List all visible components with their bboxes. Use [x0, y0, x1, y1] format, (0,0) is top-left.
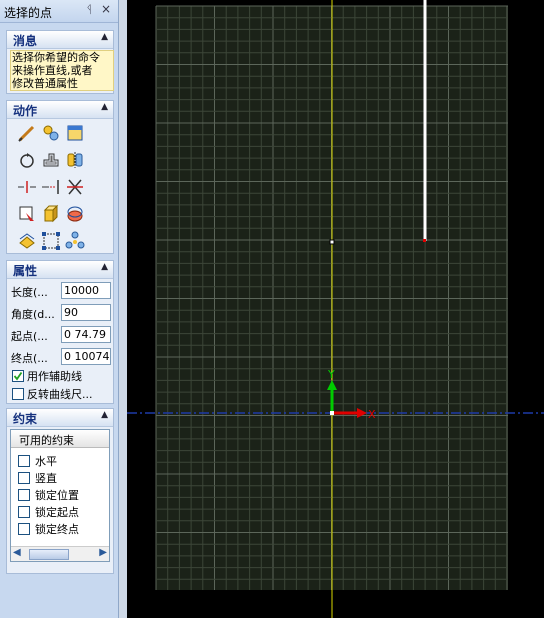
angle-label: 角度(d... [11, 308, 55, 321]
aux-line-label: 用作辅助线 [27, 370, 82, 383]
window-icon[interactable] [65, 123, 85, 143]
constraints-list-header-label: 可用的约束 [19, 434, 74, 447]
length-input[interactable]: 10000 [61, 282, 111, 299]
point-marker [329, 239, 335, 245]
reverse-curve-checkbox[interactable] [12, 388, 24, 400]
constraints-list-header[interactable]: 可用的约束 [11, 430, 109, 448]
properties-header-label: 属性 [13, 264, 38, 278]
select-icon[interactable] [41, 123, 61, 143]
message-line-2: 来操作直线,或者 [12, 64, 93, 77]
message-header[interactable]: 消息 ▲ [7, 31, 113, 49]
constraint-checkbox-lock-position[interactable] [18, 489, 30, 501]
scroll-right-icon[interactable]: ▶ [99, 547, 107, 558]
cut-icon[interactable] [65, 177, 85, 197]
collapse-icon[interactable]: ▲ [101, 262, 108, 272]
properties-header[interactable]: 属性 ▲ [7, 261, 113, 279]
canvas-svg[interactable]: YX [127, 0, 544, 618]
constraint-label-vertical: 竖直 [35, 472, 57, 485]
constraint-label-lock-start: 锁定起点 [35, 506, 79, 519]
reverse-curve-label: 反转曲线尺... [27, 388, 93, 401]
side-panel: 选择的点 ᛩ × 消息 ▲ 选择你希望的命令 来操作直线,或者 修改普通属性 动… [0, 0, 119, 618]
line-endpoint-marker [423, 239, 426, 242]
rotate-icon[interactable] [17, 150, 37, 170]
constraints-header[interactable]: 约束 ▲ [7, 409, 113, 427]
extend-icon[interactable] [41, 177, 61, 197]
constraint-checkbox-vertical[interactable] [18, 472, 30, 484]
actions-section: 动作 ▲ [6, 100, 114, 254]
constraints-section: 约束 ▲ 可用的约束 水平 竖直 锁定位置 锁定起点 锁定终点 ◀ ▶ [6, 408, 114, 574]
pin-icon[interactable]: ᛩ [86, 3, 93, 16]
end-row: 终点(... 0 10074 [11, 347, 111, 366]
constraint-label-horizontal: 水平 [35, 455, 57, 468]
flip-icon[interactable] [17, 231, 37, 251]
message-line-3: 修改普通属性 [12, 77, 78, 90]
message-text: 选择你希望的命令 来操作直线,或者 修改普通属性 [10, 50, 114, 91]
close-icon[interactable]: × [101, 2, 111, 16]
angle-row: 角度(d... 90 [11, 303, 111, 322]
trim-corner-icon[interactable] [17, 204, 37, 224]
message-section: 消息 ▲ 选择你希望的命令 来操作直线,或者 修改普通属性 [6, 30, 114, 94]
message-header-label: 消息 [13, 34, 38, 48]
actions-header[interactable]: 动作 ▲ [7, 101, 113, 119]
start-input[interactable]: 0 74.79 [61, 326, 111, 343]
panel-titlebar: 选择的点 ᛩ × [0, 0, 118, 23]
constraint-label-lock-position: 锁定位置 [35, 489, 79, 502]
length-label: 长度(... [11, 286, 48, 299]
mirror-icon[interactable] [65, 150, 85, 170]
constraints-header-label: 约束 [13, 412, 38, 426]
constraint-checkbox-horizontal[interactable] [18, 455, 30, 467]
collapse-icon[interactable]: ▲ [101, 410, 108, 420]
extrude-icon[interactable] [41, 204, 61, 224]
collapse-icon[interactable]: ▲ [101, 102, 108, 112]
array-icon[interactable] [65, 231, 85, 251]
actions-header-label: 动作 [13, 104, 38, 118]
x-axis-label: X [368, 408, 376, 421]
message-line-1: 选择你希望的命令 [12, 51, 100, 64]
drawing-canvas[interactable]: YX [127, 0, 544, 618]
start-label: 起点(... [11, 330, 48, 343]
origin-marker [330, 411, 334, 415]
scroll-thumb[interactable] [29, 549, 69, 560]
start-row: 起点(... 0 74.79 [11, 325, 111, 344]
offset-icon[interactable] [41, 150, 61, 170]
panel-splitter[interactable] [119, 0, 127, 618]
constraint-checkbox-lock-start[interactable] [18, 506, 30, 518]
horizontal-scrollbar[interactable]: ◀ ▶ [11, 546, 109, 561]
angle-input[interactable]: 90 [61, 304, 111, 321]
constraint-label-lock-end: 锁定终点 [35, 523, 79, 536]
constraint-checkbox-lock-end[interactable] [18, 523, 30, 535]
scroll-left-icon[interactable]: ◀ [13, 547, 21, 558]
line-edit-icon[interactable] [17, 123, 37, 143]
constraints-list[interactable]: 可用的约束 水平 竖直 锁定位置 锁定起点 锁定终点 ◀ ▶ [10, 429, 110, 562]
trim-icon[interactable] [17, 177, 37, 197]
panel-title: 选择的点 [4, 6, 53, 20]
length-row: 长度(... 10000 [11, 281, 111, 300]
aux-line-checkbox[interactable] [12, 370, 24, 382]
move-points-icon[interactable] [41, 231, 61, 251]
end-input[interactable]: 0 10074 [61, 348, 111, 365]
revolve-icon[interactable] [65, 204, 85, 224]
y-axis-label: Y [327, 368, 335, 381]
collapse-icon[interactable]: ▲ [101, 32, 108, 42]
properties-section: 属性 ▲ 长度(... 10000 角度(d... 90 起点(... 0 74… [6, 260, 114, 404]
end-label: 终点(... [11, 352, 48, 365]
